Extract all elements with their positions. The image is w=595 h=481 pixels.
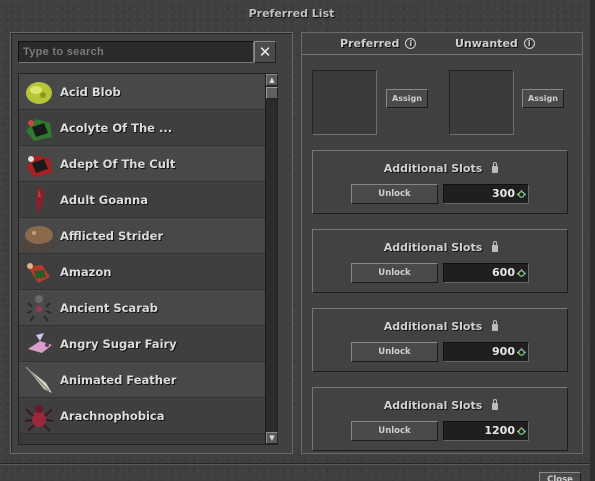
slots-title: Additional Slots — [383, 162, 483, 175]
price-display: 1200 — [443, 421, 529, 441]
acid-blob-icon — [22, 75, 56, 109]
tab-preferred[interactable]: Preferred i — [340, 37, 417, 50]
slots-title: Additional Slots — [383, 320, 483, 333]
info-icon[interactable]: i — [405, 38, 417, 49]
assign-preferred-button[interactable]: Assign — [386, 89, 428, 108]
clear-search-button[interactable]: ✕ — [254, 41, 276, 63]
unwanted-slot[interactable] — [449, 70, 514, 135]
coin-icon — [517, 190, 526, 198]
list-item[interactable]: Ancient Scarab — [19, 290, 277, 326]
coin-icon — [517, 348, 526, 356]
spider-icon — [22, 399, 56, 433]
close-icon: ✕ — [258, 43, 272, 61]
slots-title: Additional Slots — [383, 399, 483, 412]
creature-name: Afflicted Strider — [60, 228, 164, 243]
creature-name: Animated Feather — [60, 372, 177, 387]
list-item[interactable]: Amazon — [19, 254, 277, 290]
strider-icon — [22, 219, 56, 253]
creature-name: Acid Blob — [60, 84, 121, 99]
list-item[interactable]: Angry Sugar Fairy — [19, 326, 277, 362]
list-item[interactable]: Acid Blob — [19, 74, 277, 110]
additional-slots-group: Additional Slots Unlock 900 — [312, 308, 568, 372]
creature-name: Acolyte Of The ... — [60, 120, 173, 135]
slots-title: Additional Slots — [383, 241, 483, 254]
list-item[interactable]: Arachnophobica — [19, 398, 277, 434]
list-item[interactable]: Adult Goanna — [19, 182, 277, 218]
list-item[interactable]: Animated Feather — [19, 362, 277, 398]
amazon-icon — [22, 255, 56, 289]
scroll-up-button[interactable]: ▲ — [266, 74, 278, 86]
lock-icon — [492, 399, 499, 410]
price-value: 600 — [492, 266, 515, 279]
additional-slots-group: Additional Slots Unlock 300 — [312, 150, 568, 214]
acolyte-icon — [22, 111, 56, 145]
creature-name: Adult Goanna — [60, 192, 148, 207]
price-value: 1200 — [484, 424, 515, 437]
tab-preferred-label: Preferred — [340, 37, 400, 50]
info-icon[interactable]: i — [523, 38, 535, 49]
price-value: 300 — [492, 187, 515, 200]
list-scrollbar[interactable]: ▲ ▼ — [265, 74, 278, 444]
list-item[interactable]: Adept Of The Cult — [19, 146, 277, 182]
price-display: 300 — [443, 184, 529, 204]
unlock-button[interactable]: Unlock — [351, 342, 438, 362]
lock-icon — [492, 162, 499, 173]
window-edge — [590, 0, 595, 481]
creature-name: Arachnophobica — [60, 408, 165, 423]
coin-icon — [517, 427, 526, 435]
unlock-button[interactable]: Unlock — [351, 263, 438, 283]
creature-name: Angry Sugar Fairy — [60, 336, 177, 351]
price-display: 900 — [443, 342, 529, 362]
scarab-icon — [22, 291, 56, 325]
list-item[interactable]: Afflicted Strider — [19, 218, 277, 254]
creature-list[interactable]: Acid Blob Acolyte Of The ... Adept Of Th… — [18, 73, 278, 445]
assign-unwanted-button[interactable]: Assign — [522, 89, 564, 108]
preferred-slot[interactable] — [312, 70, 377, 135]
unlock-button[interactable]: Unlock — [351, 184, 438, 204]
preference-panel: Preferred i Unwanted i Assign Assign Add… — [301, 32, 583, 454]
creature-list-panel: ✕ Acid Blob — [10, 32, 293, 454]
price-display: 600 — [443, 263, 529, 283]
preference-header: Preferred i Unwanted i — [302, 33, 582, 55]
adept-icon — [22, 147, 56, 181]
coin-icon — [517, 269, 526, 277]
price-value: 900 — [492, 345, 515, 358]
window-title: Preferred List — [248, 7, 335, 20]
creature-name: Ancient Scarab — [60, 300, 158, 315]
creature-name: Amazon — [60, 264, 112, 279]
tab-unwanted-label: Unwanted — [455, 37, 518, 50]
close-button[interactable]: Close — [539, 472, 581, 481]
goanna-icon — [22, 183, 56, 217]
additional-slots-group: Additional Slots Unlock 600 — [312, 229, 568, 293]
search-input[interactable] — [18, 41, 254, 63]
scroll-thumb[interactable] — [266, 87, 278, 99]
additional-slots-group: Additional Slots Unlock 1200 — [312, 387, 568, 451]
lock-icon — [492, 320, 499, 331]
scroll-down-button[interactable]: ▼ — [266, 432, 278, 444]
unlock-button[interactable]: Unlock — [351, 421, 438, 441]
fairy-icon — [22, 327, 56, 361]
creature-name: Adept Of The Cult — [60, 156, 176, 171]
bottom-divider — [0, 463, 595, 464]
feather-icon — [22, 363, 56, 397]
tab-unwanted[interactable]: Unwanted i — [455, 37, 535, 50]
lock-icon — [492, 241, 499, 252]
list-item[interactable]: Acolyte Of The ... — [19, 110, 277, 146]
